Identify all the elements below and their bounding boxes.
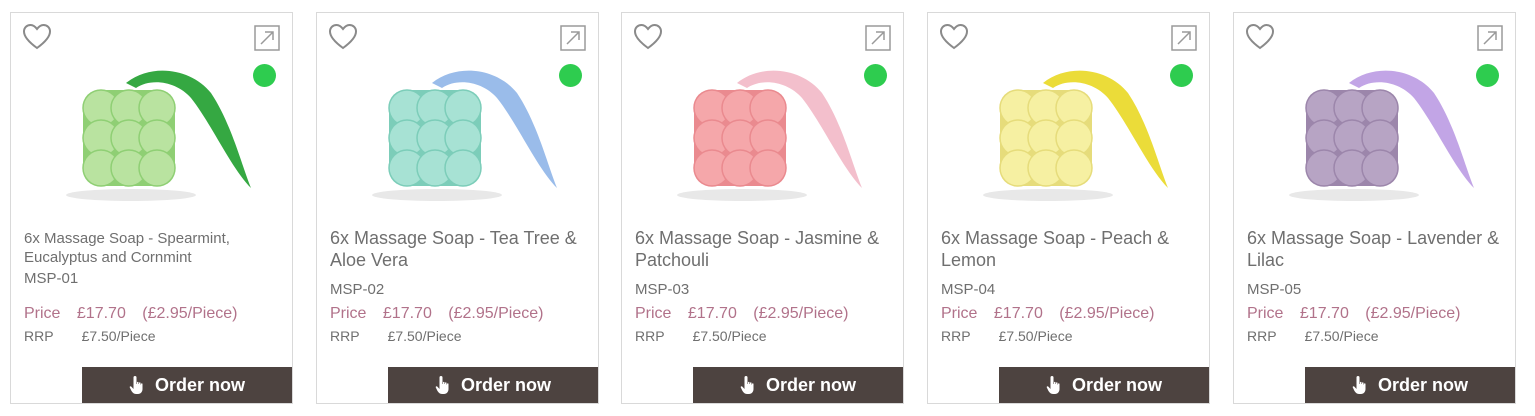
price-value: £17.70 bbox=[382, 305, 432, 322]
open-product-icon[interactable] bbox=[865, 25, 891, 51]
price-per-piece: (£2.95/Piece) bbox=[1365, 305, 1461, 322]
price-row: Price £17.70 (£2.95/Piece) bbox=[24, 305, 249, 323]
rrp-label: RRP bbox=[24, 328, 54, 344]
heart-icon[interactable] bbox=[22, 23, 52, 51]
order-now-label: Order now bbox=[460, 374, 551, 395]
price-per-piece: (£2.95/Piece) bbox=[753, 305, 849, 322]
pointer-hand-icon bbox=[1352, 376, 1366, 394]
product-card: 6x Massage Soap - Lavender & Lilac MSP-0… bbox=[1233, 12, 1516, 404]
open-product-icon[interactable] bbox=[1171, 25, 1197, 51]
order-now-label: Order now bbox=[765, 374, 856, 395]
product-sku: MSP-02 bbox=[330, 281, 385, 298]
rrp-label: RRP bbox=[330, 328, 360, 344]
heart-icon[interactable] bbox=[1245, 23, 1275, 51]
product-image[interactable] bbox=[41, 53, 261, 213]
open-product-icon[interactable] bbox=[254, 25, 280, 51]
product-sku: MSP-03 bbox=[635, 281, 690, 298]
order-now-button[interactable]: Order now bbox=[82, 367, 292, 403]
rrp-value: £7.50/Piece bbox=[1304, 328, 1379, 344]
heart-icon[interactable] bbox=[633, 23, 663, 51]
price-row: Price £17.70 (£2.95/Piece) bbox=[330, 305, 555, 323]
price-label: Price bbox=[635, 305, 672, 322]
order-now-button[interactable]: Order now bbox=[999, 367, 1209, 403]
price-value: £17.70 bbox=[76, 305, 126, 322]
product-image[interactable] bbox=[958, 53, 1178, 213]
order-now-label: Order now bbox=[1071, 374, 1162, 395]
product-title[interactable]: 6x Massage Soap - Tea Tree & Aloe Vera bbox=[330, 227, 586, 271]
price-label: Price bbox=[1247, 305, 1284, 322]
price-value: £17.70 bbox=[1299, 305, 1349, 322]
product-card: 6x Massage Soap - Jasmine & Patchouli MS… bbox=[621, 12, 904, 404]
pointer-hand-icon bbox=[740, 376, 754, 394]
rrp-row: RRP £7.50/Piece bbox=[941, 328, 1073, 344]
rrp-value: £7.50/Piece bbox=[998, 328, 1073, 344]
price-label: Price bbox=[330, 305, 367, 322]
product-title[interactable]: 6x Massage Soap - Spearmint, Eucalyptus … bbox=[24, 229, 280, 267]
product-title[interactable]: 6x Massage Soap - Peach & Lemon bbox=[941, 227, 1197, 271]
product-card: 6x Massage Soap - Tea Tree & Aloe Vera M… bbox=[316, 12, 599, 404]
price-row: Price £17.70 (£2.95/Piece) bbox=[941, 305, 1166, 323]
rrp-label: RRP bbox=[635, 328, 665, 344]
price-label: Price bbox=[941, 305, 978, 322]
product-image[interactable] bbox=[347, 53, 567, 213]
rrp-row: RRP £7.50/Piece bbox=[1247, 328, 1379, 344]
product-card: 6x Massage Soap - Peach & Lemon MSP-04 P… bbox=[927, 12, 1210, 404]
price-per-piece: (£2.95/Piece) bbox=[448, 305, 544, 322]
price-per-piece: (£2.95/Piece) bbox=[142, 305, 238, 322]
product-image[interactable] bbox=[1264, 53, 1484, 213]
product-title[interactable]: 6x Massage Soap - Lavender & Lilac bbox=[1247, 227, 1503, 271]
rrp-label: RRP bbox=[1247, 328, 1277, 344]
open-product-icon[interactable] bbox=[560, 25, 586, 51]
rrp-value: £7.50/Piece bbox=[81, 328, 156, 344]
order-now-button[interactable]: Order now bbox=[1305, 367, 1515, 403]
order-now-label: Order now bbox=[154, 374, 245, 395]
product-sku: MSP-04 bbox=[941, 281, 996, 298]
price-value: £17.70 bbox=[687, 305, 737, 322]
price-row: Price £17.70 (£2.95/Piece) bbox=[635, 305, 860, 323]
pointer-hand-icon bbox=[435, 376, 449, 394]
rrp-row: RRP £7.50/Piece bbox=[635, 328, 767, 344]
order-now-button[interactable]: Order now bbox=[388, 367, 598, 403]
product-image[interactable] bbox=[652, 53, 872, 213]
price-value: £17.70 bbox=[993, 305, 1043, 322]
rrp-row: RRP £7.50/Piece bbox=[330, 328, 462, 344]
price-label: Price bbox=[24, 305, 61, 322]
heart-icon[interactable] bbox=[939, 23, 969, 51]
pointer-hand-icon bbox=[1046, 376, 1060, 394]
rrp-value: £7.50/Piece bbox=[692, 328, 767, 344]
rrp-label: RRP bbox=[941, 328, 971, 344]
product-sku: MSP-05 bbox=[1247, 281, 1302, 298]
product-card: 6x Massage Soap - Spearmint, Eucalyptus … bbox=[10, 12, 293, 404]
order-now-label: Order now bbox=[1377, 374, 1468, 395]
heart-icon[interactable] bbox=[328, 23, 358, 51]
rrp-value: £7.50/Piece bbox=[387, 328, 462, 344]
product-title[interactable]: 6x Massage Soap - Jasmine & Patchouli bbox=[635, 227, 891, 271]
price-row: Price £17.70 (£2.95/Piece) bbox=[1247, 305, 1472, 323]
order-now-button[interactable]: Order now bbox=[693, 367, 903, 403]
rrp-row: RRP £7.50/Piece bbox=[24, 328, 156, 344]
price-per-piece: (£2.95/Piece) bbox=[1059, 305, 1155, 322]
product-sku: MSP-01 bbox=[24, 270, 79, 287]
pointer-hand-icon bbox=[129, 376, 143, 394]
open-product-icon[interactable] bbox=[1477, 25, 1503, 51]
